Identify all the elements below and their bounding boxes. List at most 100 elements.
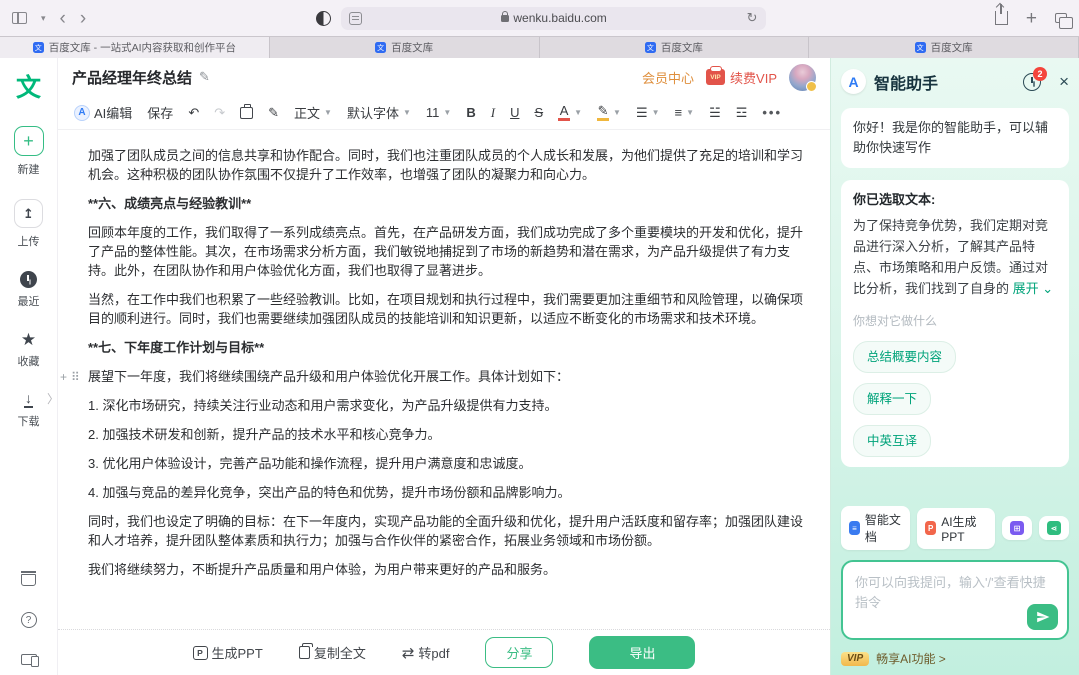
selection-label: 你已选取文本: — [853, 190, 1057, 210]
send-button[interactable] — [1027, 604, 1058, 630]
line-spacing-button[interactable]: ≡▼ — [675, 105, 695, 120]
renew-vip-link[interactable]: VIP 续费VIP — [706, 68, 777, 87]
paragraph[interactable]: +⠿ 回顾本年度的工作，我们取得了一系列成绩亮点。首先，在产品研发方面，我们成功… — [88, 223, 814, 280]
underline-button[interactable]: U — [510, 105, 519, 120]
back-icon[interactable]: ‹ — [60, 9, 66, 28]
sidebar-expand-icon[interactable]: 〉 — [47, 390, 59, 407]
selection-text: 为了保持竞争优势，我们定期对竞品进行深入分析，了解其产品特点、市场策略和用户反馈… — [853, 215, 1057, 299]
paragraph[interactable]: +⠿ 3. 优化用户体验设计，完善产品功能和操作流程，提升用户满意度和忠诚度。 — [88, 454, 814, 473]
tab-title: 百度文库 — [391, 40, 433, 55]
font-family-select[interactable]: 默认字体▼ — [347, 103, 411, 122]
document-body[interactable]: +⠿ 加强了团队成员之间的信息共享和协作配合。同时，我们也注重团队成员的个人成长… — [58, 130, 830, 629]
vip-badge: VIP — [841, 652, 869, 666]
share-button[interactable]: 分享 — [485, 637, 553, 668]
sidebar-item-favorites[interactable]: ★ 收藏 — [18, 331, 40, 369]
avatar[interactable] — [789, 64, 816, 91]
paragraph[interactable]: +⠿ 4. 加强与竞品的差异化竞争，突出产品的特色和优势，提升市场份额和品牌影响… — [88, 483, 814, 502]
ai-edit-button[interactable]: A AI编辑 — [74, 103, 132, 122]
bullet-list-button[interactable]: ☲ — [736, 105, 748, 121]
block-handle[interactable]: +⠿ — [60, 368, 80, 387]
paragraph-text: 回顾本年度的工作，我们取得了一系列成绩亮点。首先，在产品研发方面，我们成功完成了… — [88, 225, 803, 278]
tab-ai-ppt[interactable]: P AI生成PPT — [917, 508, 995, 549]
url-text: wenku.baidu.com — [513, 11, 606, 25]
browser-tab[interactable]: 文 百度文库 — [540, 37, 810, 58]
bold-button[interactable]: B — [466, 105, 475, 120]
strikethrough-button[interactable]: S — [534, 105, 543, 120]
align-icon: ☰ — [636, 105, 648, 121]
format-painter-button[interactable] — [240, 107, 253, 119]
more-tools-button[interactable]: ••• — [762, 105, 782, 120]
expand-link[interactable]: 展开 ⌄ — [1013, 281, 1054, 296]
page-settings-icon[interactable] — [349, 12, 362, 25]
save-button[interactable]: 保存 — [147, 103, 173, 122]
reload-icon[interactable]: ↻ — [747, 10, 758, 26]
forward-icon[interactable]: › — [80, 9, 86, 28]
browser-tab[interactable]: 文 百度文库 — [809, 37, 1079, 58]
italic-button[interactable]: I — [491, 105, 495, 121]
numbered-list-button[interactable]: ☱ — [709, 105, 721, 121]
paragraph[interactable]: +⠿ 1. 深化市场研究，持续关注行业动态和用户需求变化，为产品升级提供有力支持… — [88, 396, 814, 415]
edit-title-icon[interactable]: ✎ — [199, 69, 210, 85]
paragraph[interactable]: +⠿ **七、下年度工作计划与目标** — [88, 338, 814, 357]
paper-plane-icon — [1036, 610, 1050, 624]
member-center-link[interactable]: 会员中心 — [642, 68, 694, 87]
devices-icon[interactable] — [21, 654, 37, 665]
wenku-logo[interactable]: 文 — [16, 68, 41, 104]
highlight-color-button[interactable]: ✎▼ — [597, 104, 621, 121]
browser-tab[interactable]: 文 百度文库 — [270, 37, 540, 58]
address-bar[interactable]: wenku.baidu.com ↻ — [341, 7, 766, 30]
vip-banner[interactable]: VIP 畅享AI功能 > — [841, 650, 1069, 667]
action-chip[interactable]: 中英互译 — [853, 425, 931, 457]
sidebar-item-downloads[interactable]: ↓ 下载 — [18, 391, 40, 429]
clear-format-button[interactable]: ✎ — [268, 105, 279, 121]
font-color-button[interactable]: A▼ — [558, 104, 582, 121]
align-button[interactable]: ☰▼ — [636, 105, 660, 121]
paragraph[interactable]: +⠿ 加强了团队成员之间的信息共享和协作配合。同时，我们也注重团队成员的个人成长… — [88, 146, 814, 184]
sidebar-item-recent[interactable]: 最近 — [18, 271, 40, 309]
ppt-icon: P — [193, 646, 208, 660]
plus-icon[interactable]: + — [14, 126, 44, 156]
paragraph[interactable]: +⠿ 当然，在工作中我们也积累了一些经验教训。比如，在项目规划和执行过程中，我们… — [88, 290, 814, 328]
export-button[interactable]: 导出 — [589, 636, 695, 669]
close-icon[interactable]: × — [1059, 73, 1069, 90]
font-size-select[interactable]: 11▼ — [426, 105, 451, 120]
help-icon[interactable]: ? — [21, 612, 37, 628]
ai-assistant-panel: A 智能助手 2 × 你好！我是你的智能助手，可以辅助你快速写作 你已选取文本:… — [830, 58, 1079, 675]
paragraph[interactable]: +⠿ 我们将继续努力，不断提升产品质量和用户体验，为用户带来更好的产品和服务。 — [88, 560, 814, 579]
assistant-input[interactable]: 你可以向我提问，输入'/'查看快捷指令 — [841, 560, 1069, 640]
tab-share[interactable]: ⋖ — [1039, 516, 1069, 540]
tab-title: 百度文库 - 一站式AI内容获取和创作平台 — [49, 40, 236, 55]
paragraph-text: 当然，在工作中我们也积累了一些经验教训。比如，在项目规划和执行过程中，我们需要更… — [88, 292, 803, 326]
privacy-shield-icon[interactable] — [316, 11, 331, 26]
chevron-down-icon[interactable]: ▾ — [41, 13, 46, 24]
new-tab-icon[interactable]: + — [1026, 9, 1037, 28]
upload-icon[interactable]: ↥ — [14, 199, 43, 228]
generate-ppt-button[interactable]: P 生成PPT — [193, 643, 263, 662]
paragraph-text: 我们将继续努力，不断提升产品质量和用户体验，为用户带来更好的产品和服务。 — [88, 562, 556, 577]
left-sidebar: 文 + 新建 ↥ 上传 最近 ★ 收藏 ↓ 下载 〉 ? — [0, 58, 58, 675]
paragraph[interactable]: +⠿ 2. 加强技术研发和创新，提升产品的技术水平和核心竞争力。 — [88, 425, 814, 444]
action-chip[interactable]: 解释一下 — [853, 383, 931, 415]
paragraph[interactable]: +⠿ 展望下一年度，我们将继续围绕产品升级和用户体验优化开展工作。具体计划如下： — [88, 367, 814, 386]
assistant-header: A 智能助手 2 × — [839, 66, 1071, 102]
tab-smart-doc[interactable]: ≡ 智能文档 — [841, 506, 910, 550]
action-chip[interactable]: 总结概要内容 — [853, 341, 956, 373]
trash-icon[interactable] — [21, 574, 36, 586]
paragraph[interactable]: +⠿ **六、成绩亮点与经验教训** — [88, 194, 814, 213]
tab-overview-icon[interactable] — [1055, 13, 1067, 23]
paragraph[interactable]: +⠿ 同时，我们也设定了明确的目标：在下一年度内，实现产品功能的全面升级和优化，… — [88, 512, 814, 550]
copy-all-button[interactable]: 复制全文 — [299, 643, 366, 662]
sidebar-item-new[interactable]: + 新建 — [14, 126, 44, 177]
browser-tab[interactable]: 文 百度文库 - 一站式AI内容获取和创作平台 — [0, 37, 270, 58]
convert-pdf-button[interactable]: ⇄ 转pdf — [402, 643, 450, 662]
share-page-icon[interactable] — [995, 11, 1008, 25]
sidebar-item-upload[interactable]: ↥ 上传 — [14, 199, 43, 249]
tab-tools[interactable]: ⊞ — [1002, 516, 1032, 540]
copy-icon — [299, 646, 310, 659]
redo-button[interactable]: ↷ — [214, 105, 225, 121]
sidebar-toggle-icon[interactable] — [12, 12, 27, 24]
undo-button[interactable]: ↶ — [188, 105, 199, 121]
paragraph-style-select[interactable]: 正文▼ — [294, 103, 332, 122]
history-clock-icon[interactable]: 2 — [1023, 73, 1041, 91]
doc-icon: ≡ — [849, 521, 860, 535]
